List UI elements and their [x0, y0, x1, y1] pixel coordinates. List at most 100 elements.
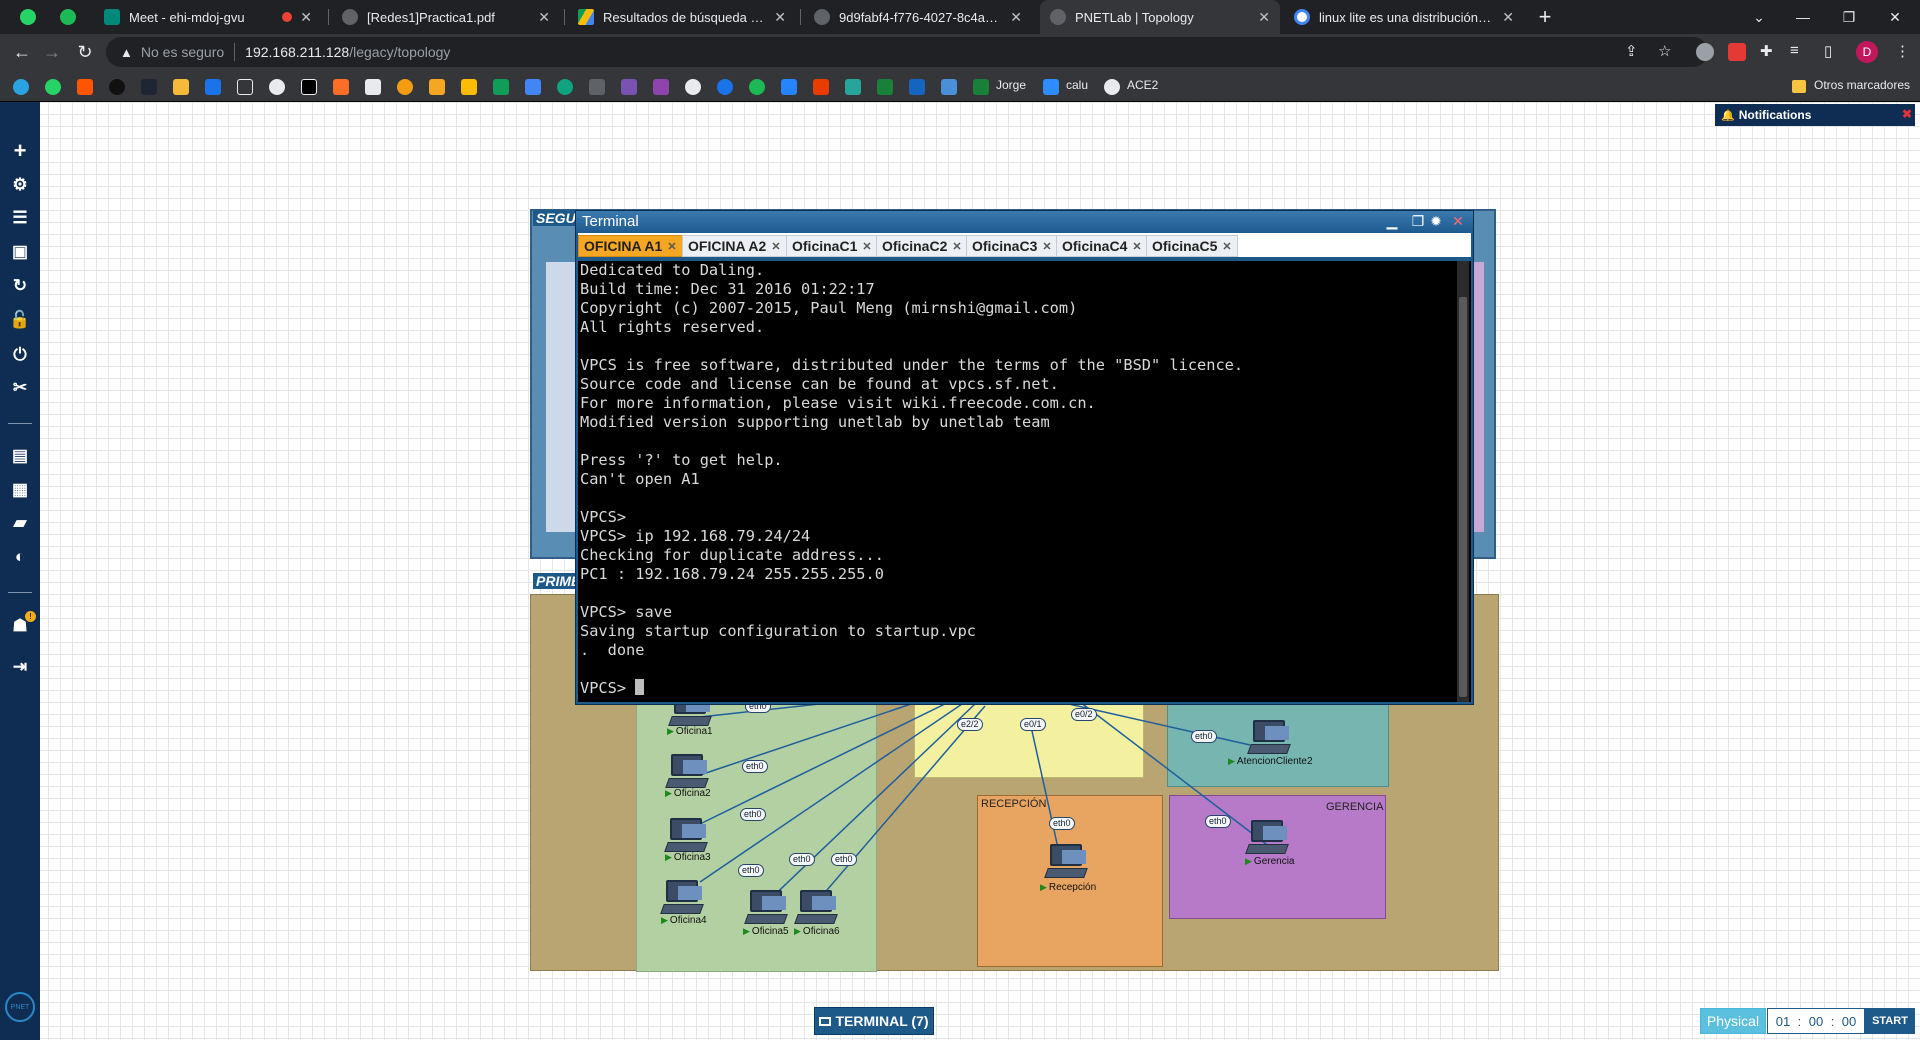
close-tab-icon[interactable]: ✕ — [300, 9, 312, 26]
oficina5-label[interactable]: ▶ Oficina5 — [743, 926, 789, 937]
close-tab-icon[interactable]: ✕ — [1258, 9, 1270, 26]
whatsapp-bookmark-icon[interactable] — [45, 79, 61, 95]
dark-bookmark-icon[interactable] — [109, 79, 125, 95]
new-tab-button[interactable]: + — [1532, 4, 1558, 30]
chatgpt-bookmark-icon[interactable] — [557, 79, 573, 95]
oficina6-label[interactable]: ▶ Oficina6 — [794, 926, 840, 937]
oficina1-label[interactable]: ▶ Oficina1 — [667, 726, 713, 737]
browser-tab-drive[interactable]: Resultados de búsqueda - Google Drive ✕ — [568, 0, 796, 34]
minimize-icon[interactable]: ▁ — [1384, 213, 1400, 229]
close-tab-icon[interactable]: ✕ — [1222, 240, 1231, 253]
terminal-count-button[interactable]: TERMINAL (7) — [814, 1007, 934, 1035]
nb-bookmark-icon[interactable] — [365, 79, 381, 95]
sheets-bookmark-icon[interactable] — [877, 79, 893, 95]
recepcion-label[interactable]: ▶ Recepción — [1040, 882, 1096, 893]
azure-bookmark-icon[interactable] — [205, 79, 221, 95]
browser-tab-pnetlab[interactable]: PNETLab | Topology ✕ — [1040, 0, 1280, 34]
spotify-bookmark-icon[interactable] — [749, 79, 765, 95]
whatsapp-pinned-tab-icon[interactable] — [20, 9, 36, 25]
physical-mode-button[interactable]: Physical — [1700, 1008, 1766, 1034]
browser-tab-uuid[interactable]: 9d9fabf4-f776-4027-8c4a-c8af7 ✕ — [804, 0, 1032, 34]
bookmark-jorge[interactable]: Jorge — [996, 78, 1026, 92]
timer-seconds[interactable]: 00 — [1842, 1014, 1856, 1029]
share-icon[interactable]: ⇪ — [1625, 42, 1638, 60]
close-tab-icon[interactable]: ✕ — [1132, 240, 1141, 253]
extensions-puzzle-icon[interactable]: ✚ — [1760, 42, 1773, 60]
braces-bookmark-icon[interactable] — [589, 79, 605, 95]
office-bookmark-icon[interactable] — [813, 79, 829, 95]
reload-button[interactable]: ↻ — [73, 40, 97, 64]
close-tab-icon[interactable]: ✕ — [667, 240, 676, 253]
side-panel-icon[interactable]: ▯ — [1824, 42, 1832, 60]
box-bookmark-icon[interactable] — [173, 79, 189, 95]
terminal-tab-oficinac1[interactable]: OficinaC1 ✕ — [786, 235, 878, 257]
github-bookmark-icon[interactable] — [269, 79, 285, 95]
atencioncliente2-label[interactable]: ▶ AtencionCliente2 — [1228, 756, 1313, 767]
tab-search-chevron-icon[interactable]: ⌄ — [1736, 0, 1782, 34]
photos-bookmark-icon[interactable] — [461, 79, 477, 95]
github-ace2-bookmark-icon[interactable] — [1104, 79, 1120, 95]
git-bookmark-icon[interactable] — [685, 79, 701, 95]
close-tab-icon[interactable]: ✕ — [1042, 240, 1051, 253]
teal-bookmark-icon[interactable] — [845, 79, 861, 95]
telegram-bookmark-icon[interactable] — [13, 79, 29, 95]
browser-tab-google-search[interactable]: linux lite es una distribución de linux … — [1284, 0, 1524, 34]
r-bookmark-icon[interactable] — [909, 79, 925, 95]
extension-tp-icon[interactable] — [1728, 43, 1746, 61]
close-tab-icon[interactable]: ✕ — [1502, 9, 1514, 26]
h-bookmark-icon[interactable] — [653, 79, 669, 95]
terminal-tab-oficinac2[interactable]: OficinaC2 ✕ — [876, 235, 968, 257]
close-icon[interactable]: ✕ — [1450, 213, 1466, 229]
forward-button[interactable]: → — [40, 40, 64, 64]
zoom-bookmark-icon[interactable] — [1043, 79, 1059, 95]
bootstrap-bookmark-icon[interactable] — [621, 79, 637, 95]
terminal-prompt-line[interactable]: VPCS> — [580, 679, 1243, 698]
in-bookmark-icon[interactable] — [429, 79, 445, 95]
address-bar[interactable]: ▲ No es seguro 192.168.211.128 /legacy/t… — [106, 37, 1708, 67]
terminal-scrollbar[interactable] — [1457, 261, 1469, 702]
terminal-titlebar[interactable]: Terminal — [576, 211, 1473, 233]
jorge-bookmark-icon[interactable] — [973, 79, 989, 95]
more-menu-icon[interactable]: ⋮ — [1895, 42, 1910, 60]
orange-bookmark-icon[interactable] — [397, 79, 413, 95]
restore-window-button[interactable]: ❐ — [1826, 0, 1872, 34]
oficina3-label[interactable]: ▶ Oficina3 — [665, 852, 711, 863]
close-window-button[interactable]: ✕ — [1872, 0, 1918, 34]
terminal-window[interactable]: Terminal ▁ ❐ ✹ ✕ OFICINA A1 ✕ OFICINA A2 ✕… — [575, 210, 1474, 705]
bookmark-calu[interactable]: calu — [1066, 78, 1088, 92]
close-tab-icon[interactable]: ✕ — [862, 240, 871, 253]
scrollbar-thumb[interactable] — [1459, 297, 1467, 697]
terminal-tab-oficina-a2[interactable]: OFICINA A2 ✕ — [682, 235, 787, 257]
security-indicator[interactable]: No es seguro — [141, 44, 224, 60]
close-tab-icon[interactable]: ✕ — [952, 240, 961, 253]
recepcion-pc-icon[interactable] — [1044, 844, 1088, 886]
settings-gear-icon[interactable]: ✹ — [1428, 213, 1444, 229]
image-bookmark-icon[interactable] — [941, 79, 957, 95]
close-tab-icon[interactable]: ✕ — [771, 240, 780, 253]
drive-bookmark-icon[interactable] — [525, 79, 541, 95]
close-tab-icon[interactable]: ✕ — [774, 9, 786, 26]
bookmark-star-icon[interactable]: ☆ — [1658, 42, 1671, 60]
maximize-icon[interactable]: ❐ — [1410, 213, 1426, 229]
timer-hours[interactable]: 01 — [1776, 1014, 1790, 1029]
browser-tab-pdf[interactable]: [Redes1]Practica1.pdf ✕ — [332, 0, 560, 34]
terminal-tab-oficinac4[interactable]: OficinaC4 ✕ — [1056, 235, 1148, 257]
oficina4-label[interactable]: ▶ Oficina4 — [661, 915, 707, 926]
l-bookmark-icon[interactable] — [237, 79, 253, 95]
terminal-tab-oficinac5[interactable]: OficinaC5 ✕ — [1146, 235, 1238, 257]
reading-list-icon[interactable]: ≡ — [1790, 42, 1799, 59]
extension-dark-icon[interactable] — [1696, 43, 1714, 61]
bookmark-ace2[interactable]: ACE2 — [1127, 78, 1158, 92]
jb-dark-bookmark-icon[interactable] — [141, 79, 157, 95]
gerencia-label[interactable]: ▶ Gerencia — [1245, 856, 1295, 867]
back-button[interactable]: ← — [10, 40, 34, 64]
classroom-bookmark-icon[interactable] — [493, 79, 509, 95]
browser-tab-meet[interactable]: Meet - ehi-mdoj-gvu ✕ — [94, 0, 322, 34]
timer-minutes[interactable]: 00 — [1809, 1014, 1823, 1029]
start-timer-button[interactable]: START — [1865, 1008, 1915, 1034]
gitlab-bookmark-icon[interactable] — [333, 79, 349, 95]
terminal-tab-oficina-a1[interactable]: OFICINA A1 ✕ — [578, 235, 683, 257]
close-tab-icon[interactable]: ✕ — [1010, 9, 1022, 26]
jira-bookmark-icon[interactable] — [781, 79, 797, 95]
jetbrains-bookmark-icon[interactable] — [301, 79, 317, 95]
